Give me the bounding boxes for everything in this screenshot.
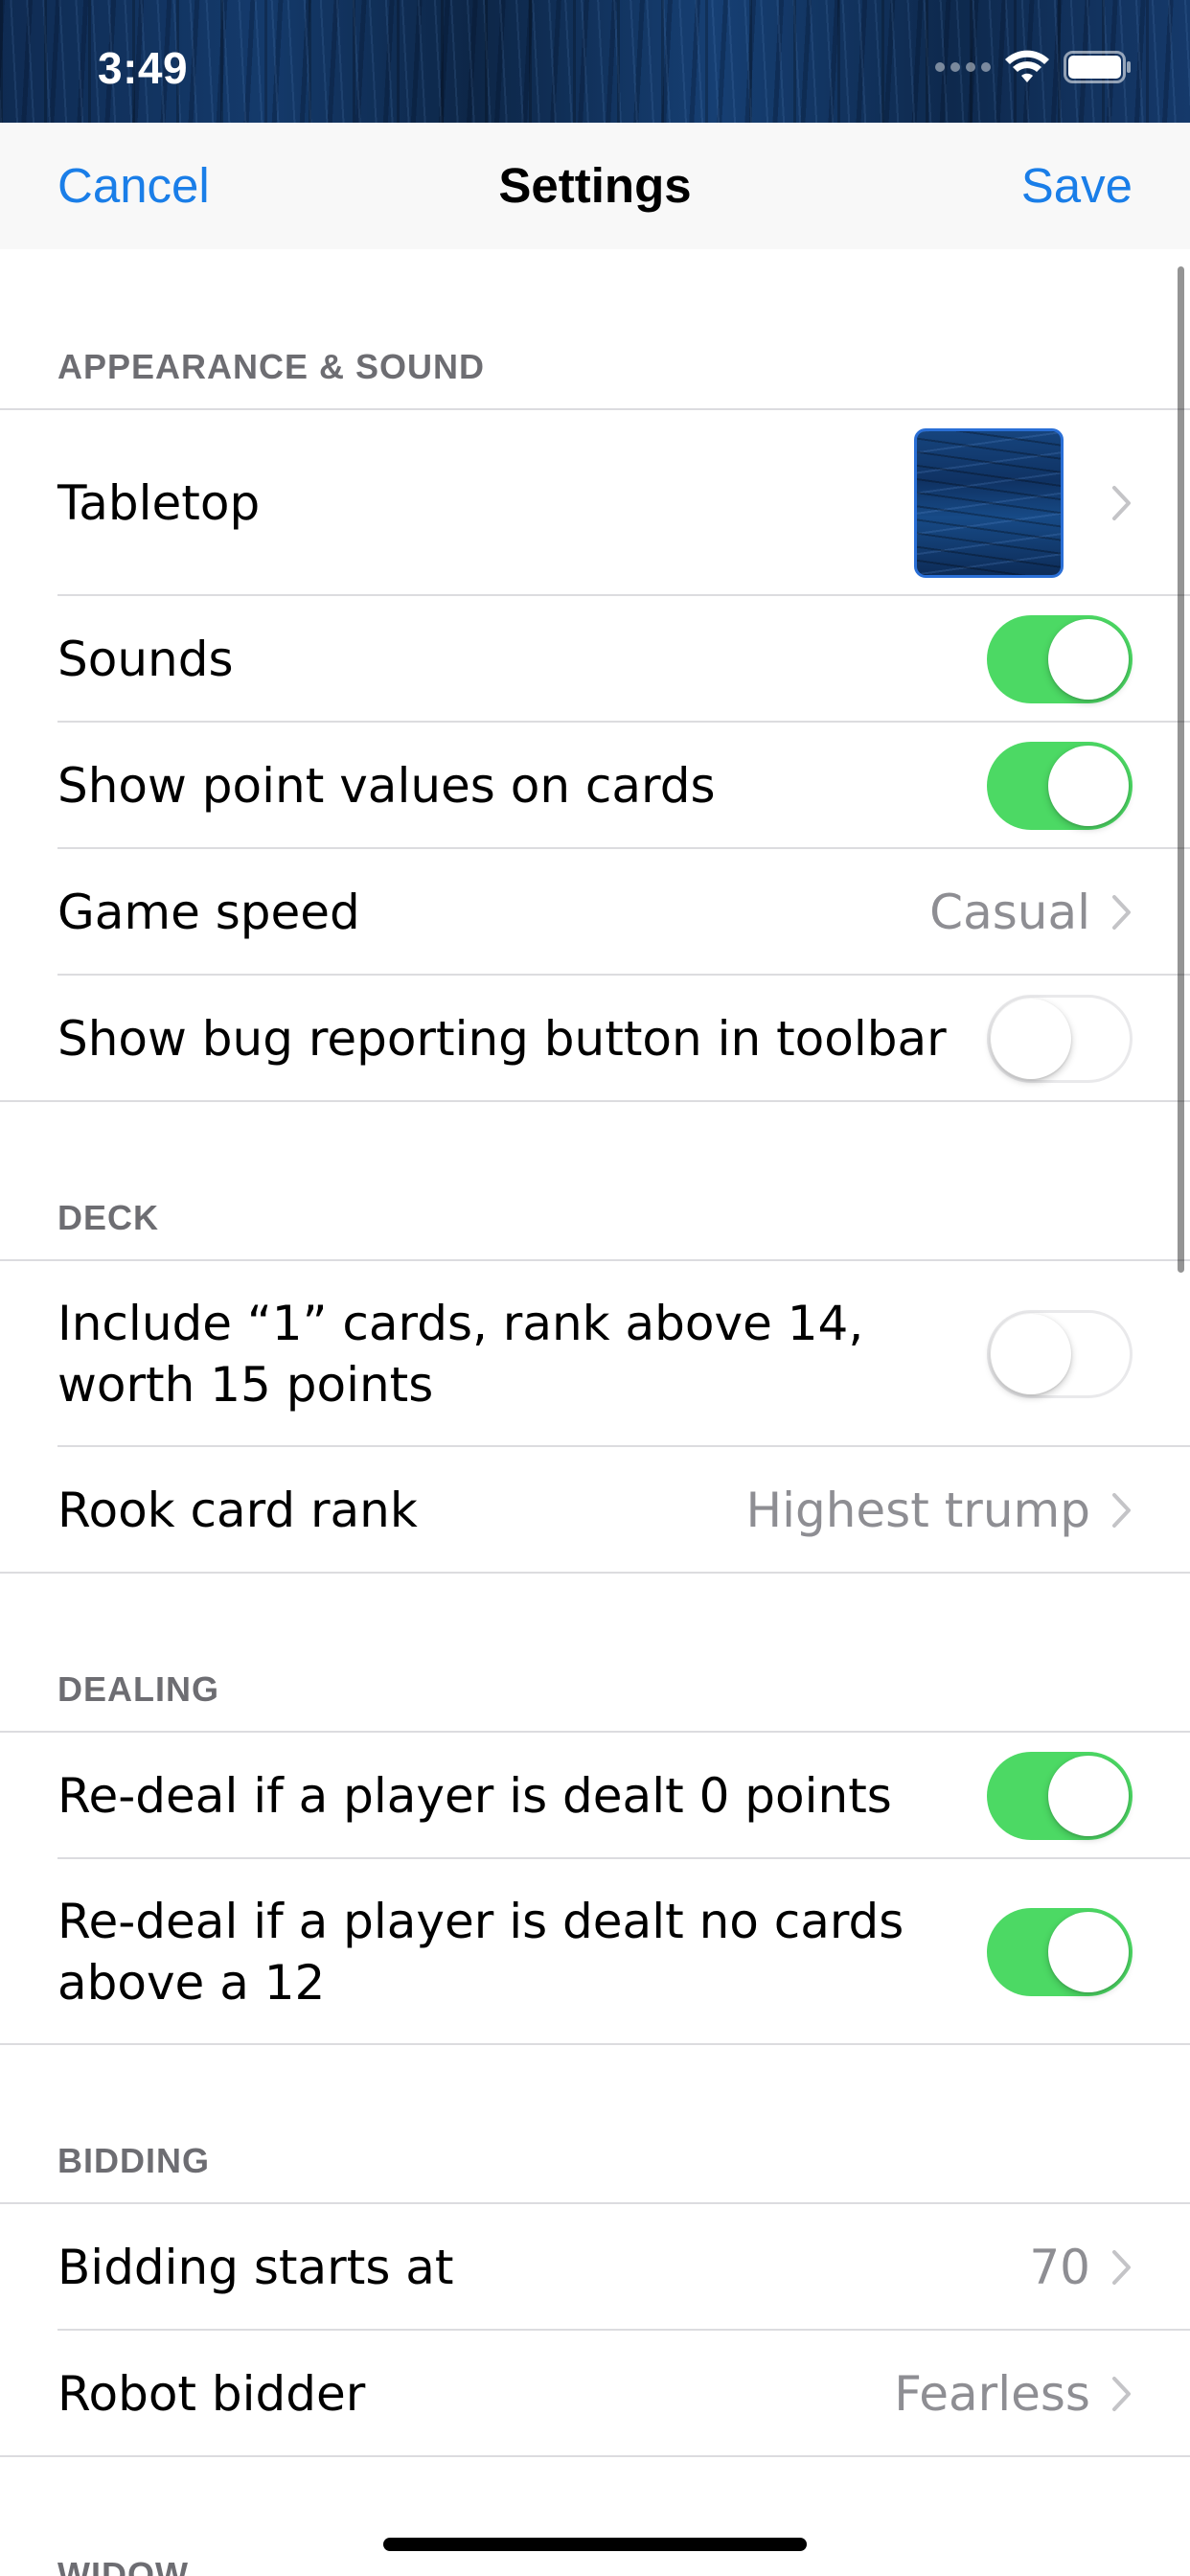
status-bar: 3:49 — [0, 0, 1190, 123]
redeal-twelve-row: Re-deal if a player is dealt no cards ab… — [0, 1859, 1190, 2045]
chevron-right-icon — [1112, 486, 1131, 520]
section-header-dealing: DEALING — [0, 1574, 1190, 1733]
point-values-toggle[interactable] — [987, 742, 1133, 830]
wifi-icon — [1005, 50, 1049, 82]
rook-rank-value: Highest trump — [745, 1483, 1090, 1538]
point-values-label: Show point values on cards — [57, 758, 716, 814]
section-header-label: APPEARANCE & SOUND — [57, 347, 486, 386]
bug-button-label: Show bug reporting button in toolbar — [57, 1011, 947, 1067]
section-header-label: WIDOW — [57, 2555, 189, 2576]
bidding-starts-value: 70 — [1029, 2240, 1090, 2295]
rook-rank-label: Rook card rank — [57, 1483, 418, 1538]
cellular-signal-icon — [935, 62, 991, 72]
redeal-zero-label: Re-deal if a player is dealt 0 points — [57, 1768, 892, 1824]
settings-list[interactable]: APPEARANCE & SOUND Tabletop Sounds Show … — [0, 249, 1190, 2576]
redeal-zero-row: Re-deal if a player is dealt 0 points — [0, 1733, 1190, 1859]
one-cards-toggle[interactable] — [987, 1310, 1133, 1398]
robot-bidder-value: Fearless — [894, 2366, 1090, 2422]
section-header-label: BIDDING — [57, 2141, 210, 2180]
section-header-label: DEALING — [57, 1669, 219, 1709]
sounds-toggle[interactable] — [987, 615, 1133, 703]
rook-rank-row[interactable]: Rook card rank Highest trump — [0, 1447, 1190, 1574]
chevron-right-icon — [1112, 2250, 1131, 2285]
chevron-right-icon — [1112, 2377, 1131, 2411]
robot-bidder-label: Robot bidder — [57, 2366, 366, 2422]
bidding-starts-label: Bidding starts at — [57, 2240, 454, 2295]
section-header-label: DECK — [57, 1198, 160, 1237]
section-header-bidding: BIDDING — [0, 2045, 1190, 2204]
navigation-bar: Cancel Settings Save — [0, 123, 1190, 249]
chevron-right-icon — [1112, 895, 1131, 930]
redeal-twelve-label: Re-deal if a player is dealt no cards ab… — [57, 1894, 904, 2011]
save-button[interactable]: Save — [1021, 157, 1133, 214]
redeal-twelve-toggle[interactable] — [987, 1908, 1133, 1996]
robot-bidder-row[interactable]: Robot bidder Fearless — [0, 2331, 1190, 2457]
section-header-widow: WIDOW — [0, 2457, 1190, 2576]
section-header-deck: DECK — [0, 1102, 1190, 1261]
bidding-starts-row[interactable]: Bidding starts at 70 — [0, 2204, 1190, 2331]
game-speed-label: Game speed — [57, 885, 360, 940]
sounds-row: Sounds — [0, 596, 1190, 723]
redeal-zero-toggle[interactable] — [987, 1752, 1133, 1840]
bug-button-row: Show bug reporting button in toolbar — [0, 976, 1190, 1102]
sounds-label: Sounds — [57, 632, 234, 687]
chevron-right-icon — [1112, 1493, 1131, 1528]
one-cards-label: Include “1” cards, rank above 14, worth … — [57, 1296, 864, 1413]
tabletop-row[interactable]: Tabletop — [0, 410, 1190, 596]
home-indicator[interactable] — [383, 2538, 807, 2551]
scroll-indicator[interactable] — [1178, 266, 1184, 1273]
bug-button-toggle[interactable] — [987, 995, 1133, 1083]
point-values-row: Show point values on cards — [0, 723, 1190, 849]
tabletop-label: Tabletop — [57, 475, 261, 531]
one-cards-row: Include “1” cards, rank above 14, worth … — [0, 1261, 1190, 1447]
section-header-appearance: APPEARANCE & SOUND — [0, 249, 1190, 410]
tabletop-thumbnail — [914, 428, 1064, 578]
game-speed-row[interactable]: Game speed Casual — [0, 849, 1190, 976]
status-icons — [935, 50, 1133, 84]
battery-icon — [1064, 51, 1131, 83]
game-speed-value: Casual — [929, 885, 1090, 940]
status-time: 3:49 — [98, 43, 189, 93]
page-title: Settings — [498, 158, 692, 213]
